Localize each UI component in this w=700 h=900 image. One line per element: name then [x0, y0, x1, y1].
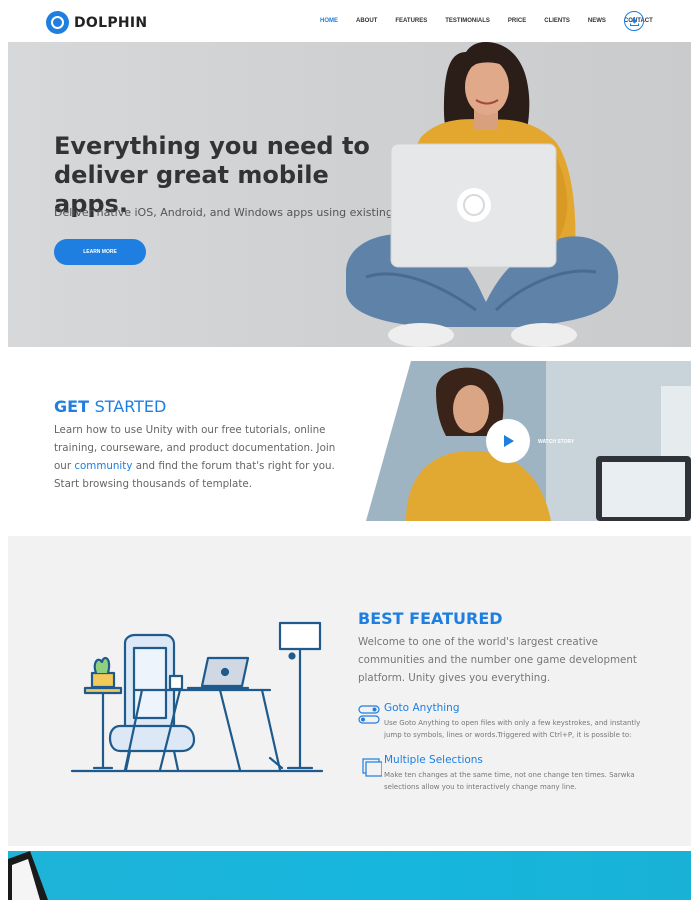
get-started-title: GET STARTED [54, 397, 166, 416]
feature-title[interactable]: Goto Anything [384, 702, 460, 714]
watch-story-label: WATCH STORY [538, 439, 575, 445]
dolphin-logo-icon [46, 11, 69, 34]
learn-more-button[interactable]: LEARN MORE [54, 239, 146, 265]
workspace-illustration [70, 621, 324, 773]
nav-item-news[interactable]: NEWS [588, 18, 606, 24]
brand-logo-link[interactable]: DOLPHIN [46, 11, 147, 34]
best-featured-text: Welcome to one of the world's largest cr… [358, 636, 637, 684]
brand-name: DOLPHIN [74, 14, 148, 31]
feature-description: Use Goto Anything to open files with onl… [384, 719, 641, 739]
nav-item-testimonials[interactable]: TESTIMONIALS [445, 18, 490, 24]
navbar: DOLPHIN HOME ABOUT FEATURES TESTIMONIALS… [0, 0, 700, 42]
main-nav: HOME ABOUT FEATURES TESTIMONIALS PRICE C… [320, 18, 671, 24]
hero-section: Everything you need to deliver great mob… [8, 42, 691, 347]
get-started-title-rest: STARTED [94, 397, 167, 416]
nav-item-price[interactable]: PRICE [508, 18, 526, 24]
nav-item-clients[interactable]: CLIENTS [544, 18, 570, 24]
feature-title[interactable]: Multiple Selections [384, 754, 483, 766]
hero-person-image [346, 42, 619, 347]
get-started-section: GET STARTED Learn how to use Unity with … [0, 361, 700, 523]
nav-item-about[interactable]: ABOUT [356, 18, 377, 24]
get-started-title-bold: GET [54, 397, 89, 416]
toggle-icon [358, 705, 380, 724]
best-featured-title-bold: BEST [358, 609, 404, 628]
watch-story-video[interactable]: WATCH STORY [366, 361, 691, 521]
download-icon [629, 16, 639, 26]
best-featured-title-rest: FEATURED [409, 609, 503, 628]
get-started-text: Learn how to use Unity with our free tut… [54, 421, 344, 493]
hero-title-line1: Everything you need to [54, 132, 370, 160]
device-edge-image [8, 851, 48, 900]
nav-item-home[interactable]: HOME [320, 18, 338, 24]
multiple-windows-icon [362, 758, 382, 777]
download-button[interactable] [624, 11, 644, 31]
next-section-banner [8, 851, 691, 900]
best-featured-section: BEST FEATURED Welcome to one of the worl… [8, 536, 691, 846]
best-featured-title: BEST FEATURED [358, 609, 503, 628]
community-link[interactable]: community [74, 460, 132, 472]
nav-item-features[interactable]: FEATURES [395, 18, 427, 24]
feature-description: Make ten changes at the same time, not o… [384, 771, 635, 791]
